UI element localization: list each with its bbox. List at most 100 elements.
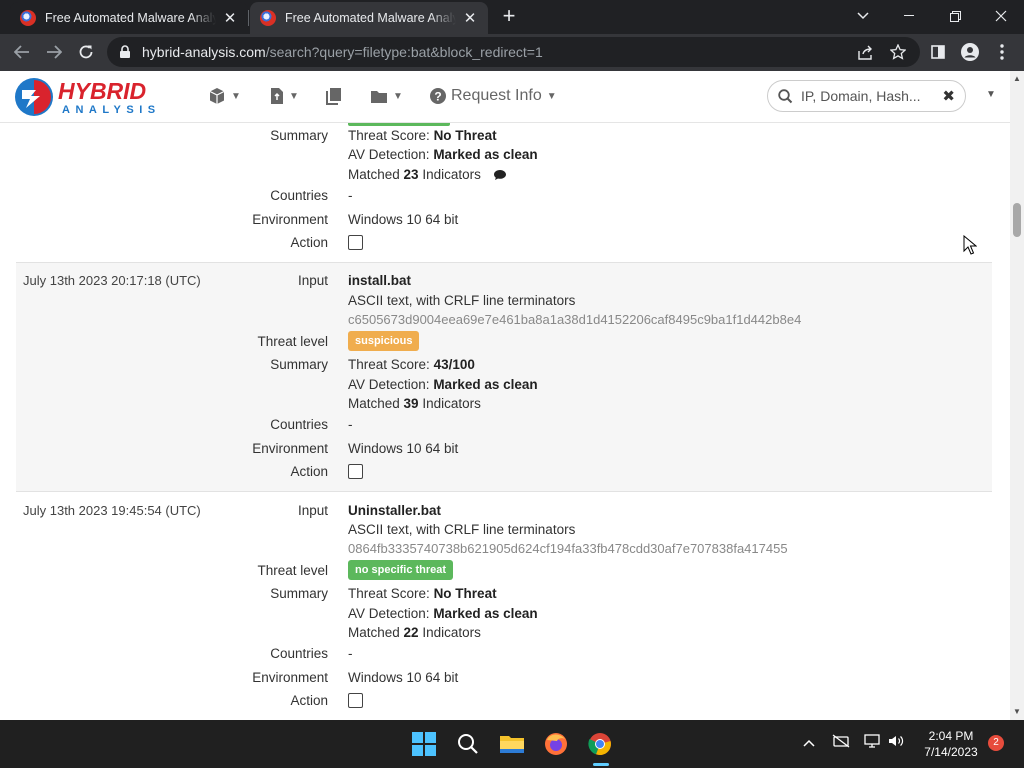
action-checkbox[interactable] — [348, 235, 363, 250]
system-clock[interactable]: 2:04 PM 7/14/2023 — [916, 728, 986, 760]
summary-label: Summary — [270, 586, 328, 601]
summary-label: Summary — [270, 357, 328, 372]
search-box[interactable]: ✖ — [767, 80, 966, 112]
restore-button[interactable] — [932, 0, 978, 32]
new-tab-button[interactable]: + — [498, 5, 520, 28]
clock-date: 7/14/2023 — [924, 745, 978, 759]
notification-badge[interactable]: 2 — [988, 735, 1004, 751]
browser-toolbar: hybrid-analysis.com/search?query=filetyp… — [0, 34, 1024, 71]
countries-label: Countries — [270, 417, 328, 432]
volume-icon[interactable] — [888, 734, 904, 751]
windows-taskbar: 2:04 PM 7/14/2023 2 — [0, 720, 1024, 768]
scrollbar-thumb[interactable] — [1013, 203, 1021, 237]
clear-search-icon[interactable]: ✖ — [942, 87, 955, 105]
search-icon[interactable] — [453, 729, 483, 759]
tab-search-chevron-icon[interactable] — [840, 0, 886, 32]
bookmark-star-icon[interactable] — [884, 37, 912, 67]
chevron-down-icon: ▼ — [231, 90, 241, 102]
countries-label: Countries — [270, 646, 328, 661]
threat-level-label: Threat level — [257, 334, 328, 349]
input-label: Input — [297, 503, 328, 518]
request-info-menu[interactable]: ? Request Info ▼ — [430, 85, 557, 107]
scroll-down-arrow-icon[interactable]: ▼ — [1013, 707, 1021, 716]
url-path: /search?query=filetype:bat&block_redirec… — [265, 44, 543, 60]
chrome-icon[interactable] — [585, 729, 615, 759]
reload-icon[interactable] — [72, 38, 100, 66]
folder-menu[interactable]: ▼ — [370, 85, 403, 107]
tab-strip: Free Automated Malware Analysis Service … — [0, 0, 1024, 34]
copy-files-icon — [326, 88, 341, 105]
site-favicon-icon — [260, 10, 276, 26]
page-scrollbar[interactable]: ▲ ▼ — [1010, 71, 1024, 720]
action-label: Action — [290, 464, 328, 479]
lock-icon[interactable] — [119, 45, 133, 59]
account-chevron-down-icon[interactable]: ▼ — [986, 89, 996, 100]
svg-text:?: ? — [434, 90, 441, 104]
browser-menu-icon[interactable] — [988, 37, 1016, 67]
search-input[interactable] — [801, 88, 941, 104]
scroll-up-arrow-icon[interactable]: ▲ — [1013, 74, 1021, 83]
close-window-button[interactable] — [978, 0, 1024, 32]
chevron-down-icon: ▼ — [393, 90, 403, 102]
file-hash[interactable]: 0864fb3335740738b621905d624cf194fa33fb47… — [348, 541, 788, 556]
close-tab-icon[interactable]: ✕ — [222, 10, 238, 27]
result-entry: July 13th 2023 20:17:18 (UTC) Input inst… — [16, 263, 992, 492]
action-label: Action — [290, 235, 328, 250]
cube-icon — [209, 88, 225, 104]
close-tab-icon[interactable]: ✕ — [462, 10, 478, 27]
file-menu[interactable]: ▼ — [270, 85, 299, 107]
threat-badge-partial — [348, 123, 450, 126]
side-panel-icon[interactable] — [924, 37, 952, 67]
file-explorer-icon[interactable] — [497, 729, 527, 759]
file-name-link[interactable]: Uninstaller.bat — [348, 503, 441, 518]
firefox-icon[interactable] — [541, 729, 571, 759]
countries-label: Countries — [270, 188, 328, 203]
environment-value: Windows 10 64 bit — [348, 212, 459, 227]
action-checkbox[interactable] — [348, 693, 363, 708]
analysis-date: July 13th 2023 19:45:54 (UTC) — [23, 503, 201, 518]
chevron-down-icon: ▼ — [289, 90, 299, 102]
action-checkbox[interactable] — [348, 464, 363, 479]
countries-value: - — [348, 646, 353, 661]
file-icon — [271, 88, 283, 104]
browser-tab-2[interactable]: Free Automated Malware Analysis Service … — [250, 2, 488, 34]
av-detection: AV Detection: Marked as clean — [348, 147, 538, 162]
environment-label: Environment — [252, 212, 328, 227]
address-bar[interactable]: hybrid-analysis.com/search?query=filetyp… — [107, 37, 920, 67]
forward-arrow-icon[interactable] — [40, 38, 68, 66]
tab-title: Free Automated Malware Analysis Service — [45, 11, 216, 25]
site-header: HYBRID ANALYSIS ▼ ▼ ▼ ? Request Info ▼ ✖… — [0, 71, 1010, 123]
windows-start-icon[interactable] — [409, 729, 439, 759]
search-icon — [778, 88, 793, 103]
summary-label: Summary — [270, 128, 328, 143]
analysis-date: July 13th 2023 20:17:18 (UTC) — [23, 273, 201, 288]
show-hidden-icons-chevron-icon[interactable] — [803, 734, 815, 750]
network-disconnected-icon[interactable] — [832, 734, 850, 751]
input-label: Input — [297, 273, 328, 288]
file-name-link[interactable]: install.bat — [348, 273, 411, 288]
countries-value: - — [348, 417, 353, 432]
threat-level-badge: suspicious — [348, 331, 420, 351]
tab-divider — [248, 10, 249, 26]
back-arrow-icon[interactable] — [8, 38, 36, 66]
sandbox-menu[interactable]: ▼ — [208, 85, 241, 107]
environment-value: Windows 10 64 bit — [348, 441, 459, 456]
share-icon[interactable] — [852, 37, 880, 67]
file-hash[interactable]: c6505673d9004eea69e7e461ba8a1a38d1d41522… — [348, 312, 801, 327]
folder-icon — [371, 90, 387, 103]
hybrid-analysis-logo[interactable]: HYBRID ANALYSIS — [14, 76, 182, 118]
comment-icon[interactable] — [493, 169, 507, 184]
request-info-label: Request Info — [451, 87, 542, 104]
browser-tab-1[interactable]: Free Automated Malware Analysis Service … — [10, 2, 248, 34]
environment-label: Environment — [252, 670, 328, 685]
file-type: ASCII text, with CRLF line terminators — [348, 522, 576, 537]
active-app-indicator — [593, 763, 609, 766]
action-label: Action — [290, 693, 328, 708]
minimize-button[interactable] — [886, 0, 932, 32]
files-button[interactable] — [326, 85, 342, 107]
display-icon[interactable] — [864, 734, 880, 751]
threat-level-label: Threat level — [257, 563, 328, 578]
profile-avatar-icon[interactable] — [956, 37, 984, 67]
url-host: hybrid-analysis.com — [142, 44, 266, 60]
av-detection: AV Detection: Marked as clean — [348, 606, 538, 621]
